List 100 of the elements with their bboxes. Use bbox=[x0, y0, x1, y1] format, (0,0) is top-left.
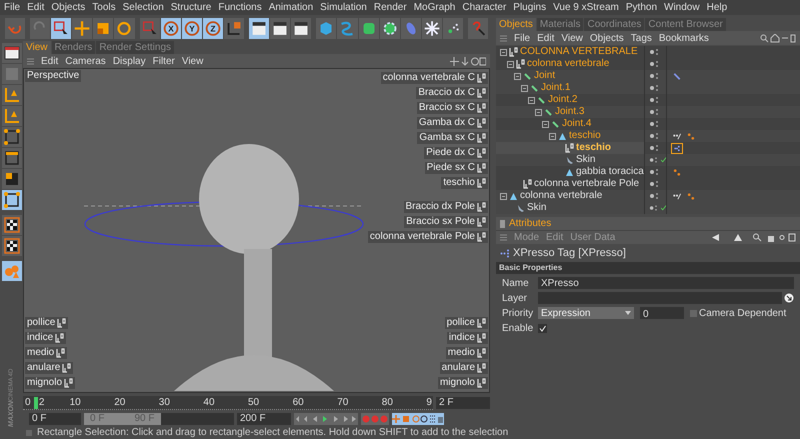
visibility-dots-icon[interactable] bbox=[649, 156, 658, 164]
axis-lock-icon[interactable]: Z bbox=[202, 18, 223, 38]
bone-tag-icon[interactable] bbox=[671, 70, 683, 82]
cube-icon[interactable] bbox=[316, 18, 336, 38]
edges-mode-icon[interactable] bbox=[2, 148, 22, 168]
visibility-dots-icon[interactable] bbox=[649, 132, 659, 140]
viewport-tab[interactable]: Renders bbox=[52, 41, 96, 54]
menu-item[interactable]: Vue 9 xStream bbox=[553, 0, 619, 14]
visibility-dots-icon[interactable] bbox=[649, 120, 659, 128]
help-icon[interactable] bbox=[468, 18, 488, 38]
start-frame-field[interactable]: 0 F bbox=[29, 413, 81, 425]
menu-item[interactable]: Window bbox=[664, 0, 700, 14]
search-home-icons[interactable] bbox=[760, 34, 796, 42]
menu-item[interactable]: Render bbox=[374, 0, 407, 14]
expand-toggle-icon[interactable] bbox=[500, 192, 507, 200]
menu-item[interactable]: Simulation bbox=[320, 0, 367, 14]
object-row[interactable]: Joint bbox=[496, 70, 644, 82]
panel-menu-item[interactable]: Bookmarks bbox=[658, 32, 709, 44]
expand-toggle-icon[interactable] bbox=[514, 72, 521, 80]
shapes-icon[interactable] bbox=[2, 261, 22, 281]
object-row[interactable]: teschio bbox=[496, 142, 644, 154]
expand-toggle-icon[interactable] bbox=[521, 84, 528, 92]
checker-icon[interactable] bbox=[2, 215, 22, 235]
panel-tab[interactable]: Materials bbox=[536, 18, 584, 31]
menu-item[interactable]: Selection bbox=[122, 0, 164, 14]
points-mode-icon[interactable] bbox=[2, 127, 22, 147]
polygons-mode-icon[interactable] bbox=[2, 169, 22, 189]
panel-menu-item[interactable]: Tags bbox=[630, 32, 652, 44]
current-frame-marker[interactable] bbox=[34, 397, 38, 409]
name-input[interactable]: XPresso bbox=[538, 277, 794, 289]
viewport-menu-item[interactable]: Display bbox=[112, 54, 146, 68]
checker-icon[interactable] bbox=[2, 236, 22, 256]
points-mode-icon[interactable] bbox=[2, 190, 22, 210]
star-burst-icon[interactable] bbox=[422, 18, 442, 38]
menu-item[interactable]: File bbox=[4, 0, 20, 14]
object-row[interactable]: Skin bbox=[496, 202, 644, 214]
layout-icon[interactable] bbox=[2, 43, 22, 63]
panel-menu-item[interactable]: File bbox=[514, 32, 530, 44]
checkbox[interactable] bbox=[538, 324, 547, 332]
visibility-dots-icon[interactable] bbox=[649, 204, 658, 212]
priority-dropdown[interactable]: Expression bbox=[538, 307, 634, 319]
visibility-dots-icon[interactable] bbox=[649, 168, 659, 176]
viewport-canvas[interactable] bbox=[23, 68, 490, 393]
menu-item[interactable]: Animation bbox=[268, 0, 314, 14]
panel-tab[interactable]: Objects bbox=[496, 18, 536, 31]
visibility-dots-icon[interactable] bbox=[649, 60, 659, 68]
priority-number-field[interactable]: 0 bbox=[640, 307, 684, 319]
ring-icon[interactable] bbox=[380, 18, 400, 38]
axis-tool-icon[interactable] bbox=[2, 85, 22, 105]
navigation-lock-icons[interactable] bbox=[712, 233, 796, 242]
object-row[interactable]: teschio bbox=[496, 130, 644, 142]
menu-item[interactable]: Objects bbox=[51, 0, 86, 14]
timeline-ruler[interactable]: 0 2 10 20 30 40 50 60 70 80 9 bbox=[23, 396, 433, 410]
expand-toggle-icon[interactable] bbox=[500, 48, 507, 56]
rounded-cube-icon[interactable] bbox=[358, 18, 379, 38]
checkbox[interactable] bbox=[690, 310, 697, 316]
viewport-tab[interactable]: Render Settings bbox=[96, 41, 174, 54]
end-frame-field[interactable]: 200 F bbox=[237, 413, 291, 425]
clapperboard-icon[interactable] bbox=[291, 18, 312, 38]
menu-item[interactable]: Character bbox=[462, 0, 506, 14]
visibility-dots-icon[interactable] bbox=[649, 108, 659, 116]
axis-lock-icon[interactable]: Y bbox=[182, 18, 202, 38]
expand-toggle-icon[interactable] bbox=[549, 132, 556, 140]
panel-menu-item[interactable]: View bbox=[561, 32, 583, 44]
panel-menu-item[interactable]: Objects bbox=[590, 32, 624, 44]
rectangle-select-icon[interactable] bbox=[51, 18, 72, 38]
visibility-dots-icon[interactable] bbox=[649, 144, 659, 152]
dots-tag-icon[interactable] bbox=[685, 130, 697, 142]
node-dots-tag-icon[interactable] bbox=[671, 142, 683, 154]
expand-toggle-icon[interactable] bbox=[528, 96, 535, 104]
visibility-dots-icon[interactable] bbox=[649, 84, 659, 92]
check-icon[interactable] bbox=[660, 205, 666, 211]
visibility-dots-icon[interactable] bbox=[649, 192, 659, 200]
menu-item[interactable]: MoGraph bbox=[414, 0, 456, 14]
visibility-dots-icon[interactable] bbox=[649, 72, 659, 80]
object-row[interactable]: Skin bbox=[496, 154, 644, 166]
panel-toggle-icon[interactable] bbox=[500, 220, 505, 228]
panel-tab[interactable]: Content Browser bbox=[645, 18, 726, 31]
visibility-dots-icon[interactable] bbox=[649, 48, 659, 56]
menu-item[interactable]: Structure bbox=[170, 0, 212, 14]
object-row[interactable]: colonna vertebrale bbox=[496, 190, 644, 202]
axis-lock-icon[interactable]: X bbox=[160, 18, 181, 38]
coordinate-system-icon[interactable] bbox=[224, 18, 244, 38]
playback-controls-icon[interactable] bbox=[294, 413, 358, 425]
expand-toggle-icon[interactable] bbox=[507, 60, 514, 68]
viewport-menu-item[interactable]: Cameras bbox=[65, 54, 106, 68]
menu-item[interactable]: Plugins bbox=[513, 0, 546, 14]
panel-menu-item[interactable]: Edit bbox=[537, 32, 554, 44]
clapperboard-icon[interactable] bbox=[270, 18, 290, 38]
viewport-tab[interactable]: View bbox=[23, 41, 50, 54]
menu-item[interactable]: Python bbox=[626, 0, 658, 14]
expand-toggle-icon[interactable] bbox=[542, 120, 549, 128]
expand-toggle-icon[interactable] bbox=[535, 108, 542, 116]
dots-tag-icon[interactable] bbox=[671, 166, 683, 178]
weight-tag-icon[interactable] bbox=[671, 130, 683, 142]
check-icon[interactable] bbox=[660, 157, 666, 163]
move-cross-icon[interactable] bbox=[72, 18, 92, 38]
menu-item[interactable]: Functions bbox=[218, 0, 262, 14]
viewport-menu-item[interactable]: Filter bbox=[152, 54, 175, 68]
spline-curve-icon[interactable] bbox=[337, 18, 358, 38]
